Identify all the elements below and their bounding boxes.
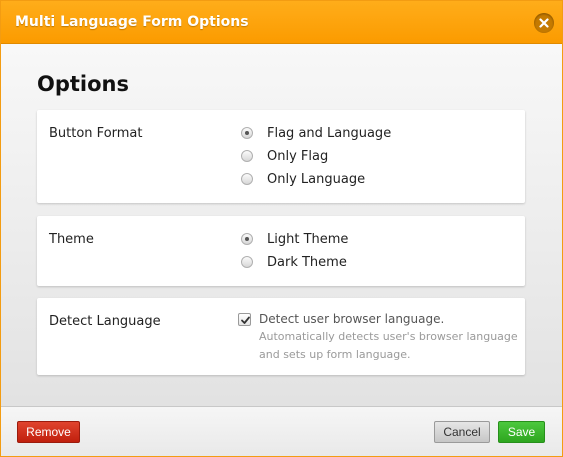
detect-language-panel: Detect Language Detect user browser lang… [37,298,525,375]
multi-language-options-dialog: Multi Language Form Options Options Butt… [0,0,563,457]
radio-button[interactable] [241,256,253,268]
button-format-panel: Button Format Flag and Language Only Fla… [37,110,525,203]
radio-label: Only Flag [267,148,329,164]
detect-browser-language-option[interactable]: Detect user browser language. [238,310,444,328]
radio-only-language[interactable]: Only Language [241,170,365,188]
close-icon [539,18,549,28]
save-button[interactable]: Save [498,421,545,443]
cancel-button[interactable]: Cancel [434,421,490,443]
radio-flag-and-language[interactable]: Flag and Language [241,124,391,142]
theme-label: Theme [49,232,94,247]
checkbox-label: Detect user browser language. [259,312,445,326]
radio-button[interactable] [241,150,253,162]
radio-button-selected[interactable] [241,127,253,139]
remove-button[interactable]: Remove [17,421,80,443]
detect-language-label: Detect Language [49,314,161,329]
dialog-title: Multi Language Form Options [15,14,249,30]
radio-only-flag[interactable]: Only Flag [241,147,328,165]
checkmark-icon [241,316,250,324]
radio-dark-theme[interactable]: Dark Theme [241,253,347,271]
dialog-footer: Remove Cancel Save [1,406,562,456]
radio-light-theme[interactable]: Light Theme [241,230,348,248]
close-button[interactable] [534,13,554,33]
theme-panel: Theme Light Theme Dark Theme [37,216,525,286]
dialog-titlebar: Multi Language Form Options [1,1,562,44]
radio-button[interactable] [241,173,253,185]
radio-label: Light Theme [267,231,349,247]
radio-label: Dark Theme [267,254,347,270]
options-heading: Options [37,72,129,96]
detect-browser-language-checkbox[interactable] [238,312,251,326]
button-format-label: Button Format [49,126,143,141]
radio-label: Only Language [267,171,366,187]
dialog-content: Options Button Format Flag and Language … [1,44,562,406]
radio-label: Flag and Language [267,125,392,141]
radio-button-selected[interactable] [241,233,253,245]
detect-language-hint: Automatically detects user's browser lan… [259,330,518,361]
